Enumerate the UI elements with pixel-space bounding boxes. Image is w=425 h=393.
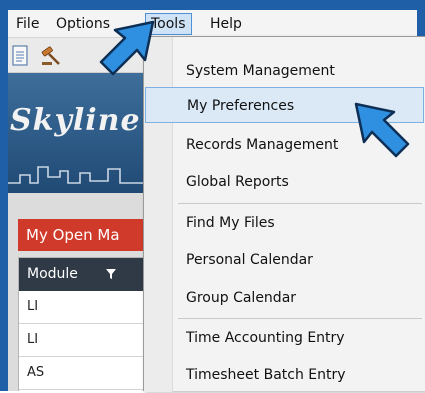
menu-item-system-management[interactable]: System Management bbox=[172, 53, 422, 89]
cell-module: AS bbox=[27, 365, 45, 380]
menubar: File Options Tools Help bbox=[8, 10, 417, 38]
brand-logo-text: Skyline bbox=[10, 103, 141, 138]
menu-item-timesheet-batch-entry[interactable]: Timesheet Batch Entry bbox=[172, 357, 422, 393]
gavel-icon[interactable] bbox=[40, 45, 62, 67]
menu-separator bbox=[178, 318, 422, 319]
menu-item-find-my-files[interactable]: Find My Files bbox=[172, 205, 422, 241]
cell-module: LI bbox=[27, 299, 39, 314]
menu-item-time-accounting-entry[interactable]: Time Accounting Entry bbox=[172, 320, 422, 356]
menu-help[interactable]: Help bbox=[205, 14, 247, 34]
pointer-arrow-icon bbox=[99, 20, 155, 76]
tools-dropdown-menu: System Management My Preferences Records… bbox=[143, 36, 425, 393]
document-icon[interactable] bbox=[10, 45, 32, 67]
menu-separator bbox=[178, 203, 422, 204]
filter-icon[interactable] bbox=[105, 268, 117, 280]
skyline-graphic bbox=[8, 166, 148, 184]
menu-file[interactable]: File bbox=[11, 14, 44, 34]
menu-item-global-reports[interactable]: Global Reports bbox=[172, 164, 422, 200]
menu-item-personal-calendar[interactable]: Personal Calendar bbox=[172, 242, 422, 278]
menu-item-group-calendar[interactable]: Group Calendar bbox=[172, 280, 422, 316]
pointer-arrow-icon bbox=[354, 102, 410, 158]
cell-module: LI bbox=[27, 332, 39, 347]
grid-header-label: Module bbox=[27, 266, 78, 282]
